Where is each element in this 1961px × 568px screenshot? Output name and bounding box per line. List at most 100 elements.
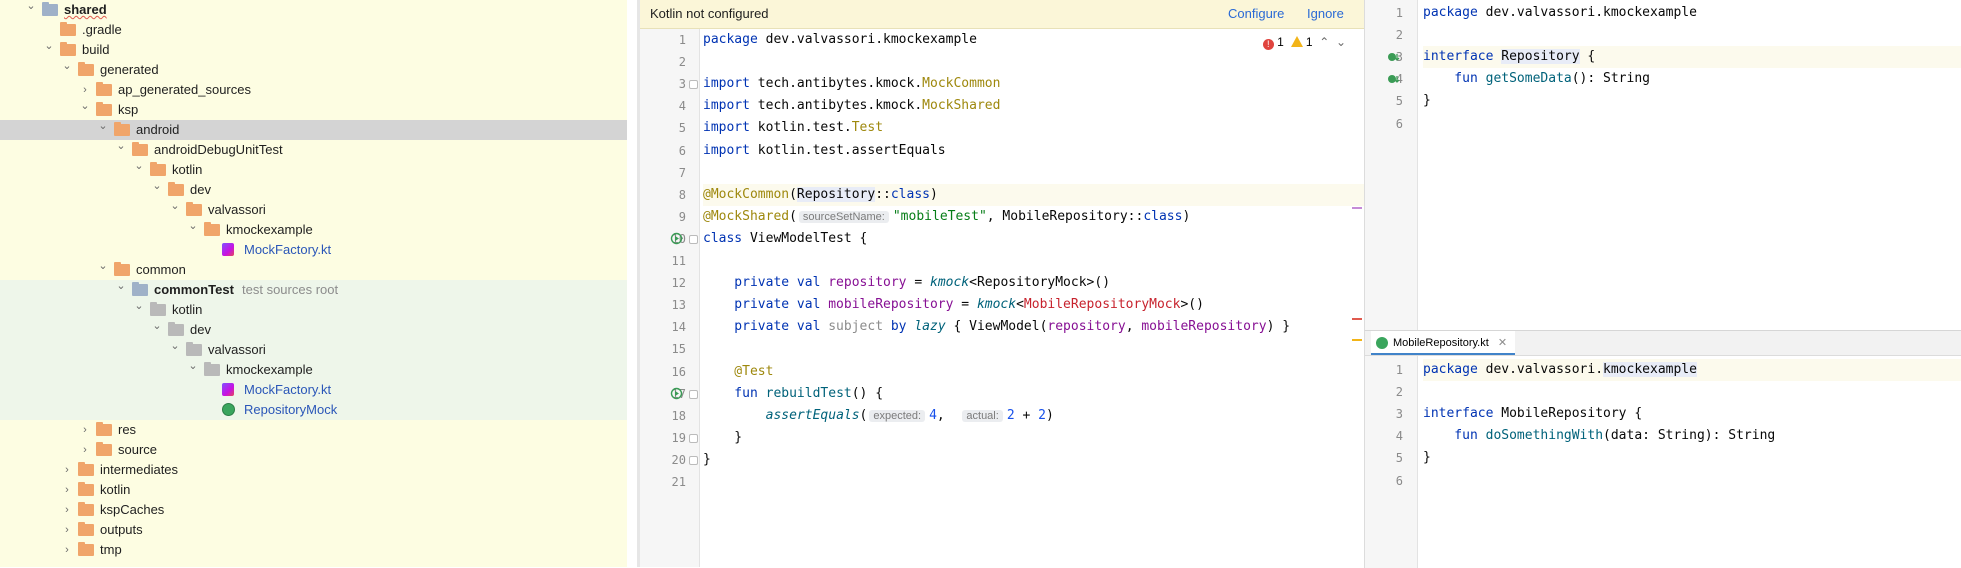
fold-icon[interactable] — [689, 80, 698, 90]
chevron-right-icon[interactable]: › — [78, 420, 92, 440]
code-line[interactable]: package dev.valvassori.kmockexample — [1423, 2, 1961, 24]
repository-editor-code[interactable]: 1 package dev.valvassori.kmockexample 2 3 in… — [1365, 0, 1961, 330]
tree-row[interactable]: MockFactory.kt — [0, 240, 627, 260]
code-line[interactable]: interface MobileRepository { — [1423, 403, 1961, 425]
chevron-down-icon[interactable]: ⌄ — [186, 216, 200, 236]
tree-row[interactable]: ⌄ androidDebugUnitTest — [0, 140, 627, 160]
implemented-by-icon[interactable] — [1387, 73, 1401, 85]
chevron-down-icon[interactable]: ⌄ — [60, 56, 74, 76]
tree-row[interactable]: ⌄ common — [0, 260, 627, 280]
tree-row[interactable]: › kspCaches — [0, 500, 627, 520]
fold-icon[interactable] — [689, 234, 698, 244]
tree-row[interactable]: ⌄ ksp — [0, 100, 627, 120]
code-line[interactable]: private val subject by lazy { ViewModel(… — [703, 316, 1364, 338]
tree-row[interactable]: › outputs — [0, 520, 627, 540]
code-line[interactable]: interface Repository { — [1423, 46, 1961, 69]
code-line[interactable]: private val repository = kmock<Repositor… — [703, 272, 1364, 294]
chevron-up-icon[interactable]: ⌃ — [1319, 35, 1329, 49]
mobile-repository-editor-code[interactable]: 1 package dev.valvassori.kmockexample 2 3 in… — [1365, 331, 1961, 568]
tree-row[interactable]: ⌄ valvassori — [0, 200, 627, 220]
fold-icon[interactable] — [689, 433, 698, 443]
chevron-down-icon[interactable]: ⌄ — [1336, 35, 1346, 49]
code-line[interactable] — [703, 250, 1364, 272]
fold-icon[interactable] — [689, 389, 698, 399]
chevron-down-icon[interactable]: ⌄ — [132, 296, 146, 316]
tree-row[interactable]: › source — [0, 440, 627, 460]
chevron-right-icon[interactable]: › — [60, 480, 74, 500]
tree-row[interactable]: ⌄ android — [0, 120, 627, 140]
chevron-down-icon[interactable]: ⌄ — [24, 0, 38, 16]
tree-row[interactable]: ⌄ kotlin — [0, 160, 627, 180]
chevron-down-icon[interactable]: ⌄ — [114, 276, 128, 296]
chevron-down-icon[interactable]: ⌄ — [96, 256, 110, 276]
chevron-right-icon[interactable]: › — [60, 540, 74, 560]
tree-row[interactable]: › kotlin — [0, 480, 627, 500]
chevron-down-icon[interactable]: ⌄ — [114, 136, 128, 156]
code-line[interactable] — [1423, 24, 1961, 46]
tree-row[interactable]: ⌄ kmockexample — [0, 360, 627, 380]
tree-row[interactable]: ⌄ dev — [0, 320, 627, 340]
code-line[interactable] — [1423, 470, 1961, 492]
code-line[interactable]: package dev.valvassori.kmockexample — [1423, 359, 1961, 381]
repository-editor[interactable]: 1 package dev.valvassori.kmockexample 2 3 in… — [1364, 0, 1961, 330]
code-line[interactable]: class ViewModelTest { — [703, 228, 1364, 250]
tree-row[interactable]: ⌄ dev — [0, 180, 627, 200]
code-line[interactable]: @MockCommon(Repository::class) — [703, 183, 1364, 206]
tree-row[interactable]: ⌄ generated — [0, 60, 627, 80]
tree-row[interactable]: ⌄ build — [0, 40, 627, 60]
tree-row[interactable]: › ap_generated_sources — [0, 80, 627, 100]
tree-row[interactable]: RepositoryMock — [0, 400, 627, 420]
chevron-down-icon[interactable]: ⌄ — [42, 36, 56, 56]
tree-row[interactable]: MockFactory.kt — [0, 380, 627, 400]
tree-row[interactable]: › intermediates — [0, 460, 627, 480]
tree-row[interactable]: .gradle — [0, 20, 627, 40]
main-editor[interactable]: Kotlin not configured Configure Ignore 1… — [640, 0, 1364, 567]
chevron-right-icon[interactable]: › — [60, 500, 74, 520]
code-line[interactable] — [1423, 113, 1961, 135]
tree-row[interactable]: ⌄ commonTest test sources root — [0, 280, 627, 300]
code-line[interactable]: } — [1423, 447, 1961, 469]
chevron-right-icon[interactable]: › — [60, 520, 74, 540]
code-line[interactable]: } — [703, 449, 1364, 471]
tree-row[interactable]: ⌄ kmockexample — [0, 220, 627, 240]
chevron-down-icon[interactable]: ⌄ — [78, 96, 92, 116]
fold-icon[interactable] — [689, 455, 698, 465]
code-line[interactable]: fun doSomethingWith(data: String): Strin… — [1423, 425, 1961, 447]
chevron-down-icon[interactable]: ⌄ — [150, 316, 164, 336]
code-line[interactable] — [703, 51, 1364, 73]
code-line[interactable] — [703, 471, 1364, 493]
chevron-down-icon[interactable]: ⌄ — [186, 356, 200, 376]
code-line[interactable] — [703, 338, 1364, 360]
run-test-icon[interactable] — [670, 232, 683, 245]
chevron-right-icon[interactable]: › — [78, 440, 92, 460]
tree-row[interactable]: ⌄ kotlin — [0, 300, 627, 320]
code-line[interactable]: private val mobileRepository = kmock<Mob… — [703, 294, 1364, 316]
code-line[interactable]: } — [703, 427, 1364, 449]
chevron-down-icon[interactable]: ⌄ — [150, 176, 164, 196]
chevron-down-icon[interactable]: ⌄ — [168, 196, 182, 216]
run-test-icon[interactable] — [670, 387, 683, 400]
tree-row[interactable]: › tmp — [0, 540, 627, 560]
code-line[interactable] — [703, 162, 1364, 184]
main-editor-code[interactable]: 1 package dev.valvassori.kmockexample 2 3 im… — [640, 0, 1364, 567]
tree-row[interactable]: ⌄ valvassori — [0, 340, 627, 360]
mobile-repository-editor[interactable]: MobileRepository.kt ✕ 1 package dev.valva… — [1364, 330, 1961, 568]
code-line[interactable]: @Test — [703, 361, 1364, 383]
implemented-by-icon[interactable] — [1387, 51, 1401, 63]
code-line[interactable]: fun getSomeData(): String — [1423, 68, 1961, 90]
tree-row[interactable]: ⌄ shared — [0, 0, 627, 20]
code-line[interactable]: import kotlin.test.assertEquals — [703, 140, 1364, 162]
code-line[interactable] — [1423, 381, 1961, 403]
chevron-down-icon[interactable]: ⌄ — [132, 156, 146, 176]
chevron-down-icon[interactable]: ⌄ — [168, 336, 182, 356]
chevron-right-icon[interactable]: › — [60, 460, 74, 480]
code-line[interactable]: @MockShared(sourceSetName: "mobileTest", … — [703, 206, 1364, 228]
code-line[interactable]: fun rebuildTest() { — [703, 383, 1364, 405]
tree-row[interactable]: › res — [0, 420, 627, 440]
code-line[interactable]: import tech.antibytes.kmock.MockCommon — [703, 73, 1364, 95]
inspection-widget[interactable]: ! 1 1 ⌃ ⌄ — [1262, 34, 1346, 50]
code-line[interactable]: import tech.antibytes.kmock.MockShared — [703, 95, 1364, 117]
chevron-down-icon[interactable]: ⌄ — [96, 116, 110, 136]
code-line[interactable]: } — [1423, 90, 1961, 112]
code-line[interactable]: import kotlin.test.Test — [703, 117, 1364, 139]
